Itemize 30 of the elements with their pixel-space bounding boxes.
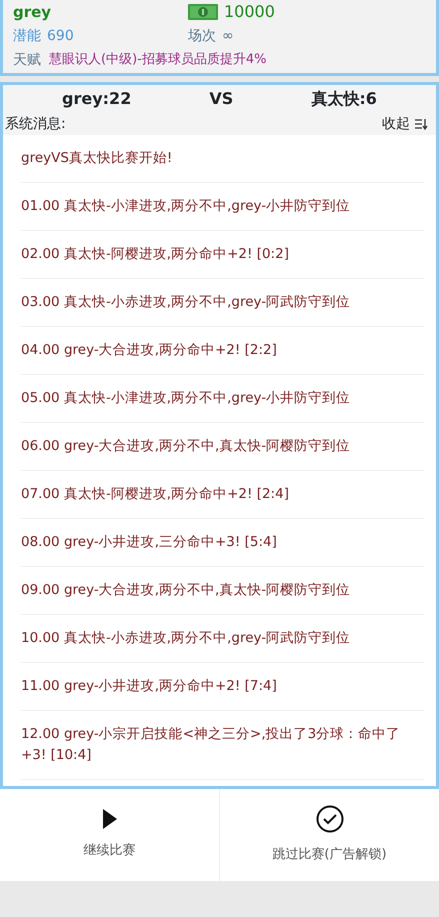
message-item: 04.00 grey-大合进攻,两分命中+2! [2:2] xyxy=(21,327,424,375)
potential-value: 690 xyxy=(47,26,74,46)
message-item: 03.00 真太快-小赤进攻,两分不中,grey-阿武防守到位 xyxy=(21,279,424,327)
message-item: 01.00 真太快-小津进攻,两分不中,grey-小井防守到位 xyxy=(21,183,424,231)
talent-text: 慧眼识人(中级)-招募球员品质提升4% xyxy=(49,51,266,70)
message-item: 06.00 grey-大合进攻,两分不中,真太快-阿樱防守到位 xyxy=(21,423,424,471)
message-item: 07.00 真太快-阿樱进攻,两分命中+2! [2:4] xyxy=(21,471,424,519)
collapse-icon xyxy=(414,118,428,130)
player-name: grey xyxy=(13,2,52,23)
message-item: greyVS真太快比赛开始! xyxy=(21,135,424,183)
check-circle-icon xyxy=(316,805,344,834)
message-item: 08.00 grey-小井进攻,三分命中+3! [5:4] xyxy=(21,519,424,567)
talent-label: 天赋 xyxy=(13,50,41,70)
message-item: 05.00 真太快-小津进攻,两分不中,grey-小井防守到位 xyxy=(21,375,424,423)
message-item: 11.00 grey-小井进攻,两分命中+2! [7:4] xyxy=(21,663,424,711)
messages-title: 系统消息: xyxy=(5,114,66,134)
message-item: 09.00 grey-大合进攻,两分不中,真太快-阿樱防守到位 xyxy=(21,567,424,615)
home-score: grey:22 xyxy=(62,88,132,110)
matches-label: 场次 xyxy=(188,26,216,46)
collapse-button[interactable]: 收起 xyxy=(382,114,428,134)
message-item: 02.00 真太快-阿樱进攻,两分命中+2! [0:2] xyxy=(21,231,424,279)
cash-icon xyxy=(188,4,218,20)
potential-label: 潜能 xyxy=(13,26,41,46)
matches-value: ∞ xyxy=(222,26,234,46)
message-item: 12.00 grey-小宗开启技能<神之三分>,投出了3分球：命中了+3! [10:4] xyxy=(21,711,424,780)
money-amount: 10000 xyxy=(224,1,275,23)
message-item: 10.00 真太快-小赤进攻,两分不中,grey-阿武防守到位 xyxy=(21,615,424,663)
away-score: 真太快:6 xyxy=(311,88,377,110)
play-icon xyxy=(102,809,116,830)
vs-label: VS xyxy=(209,88,234,110)
